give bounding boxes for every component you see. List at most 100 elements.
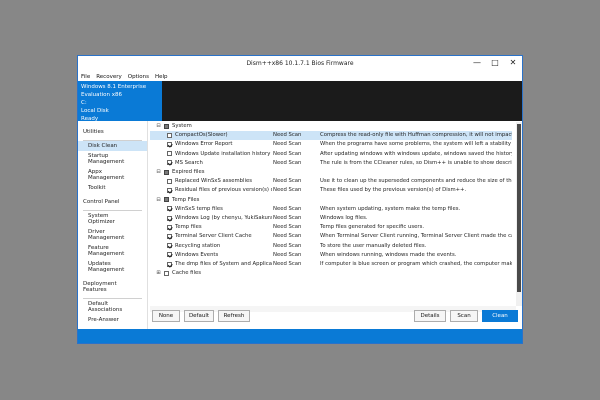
item-description: When system updating, system make the te… — [320, 205, 461, 212]
sidebar-item[interactable]: Pre-Answer — [78, 315, 147, 325]
sidebar: Utilities Disk Clean Startup Management App… — [78, 121, 148, 339]
item-name: CompactOs(Slower) — [175, 132, 228, 139]
category-row[interactable]: ⊟ Temp Files — [150, 196, 512, 205]
default-button[interactable]: Default — [184, 310, 214, 322]
table-row[interactable]: Recycling station Need Scan To store the u… — [150, 242, 512, 251]
item-name: Recycling station — [175, 242, 221, 249]
category-name: Temp Files — [172, 196, 200, 203]
item-name-cell: The dmp files of System and Applications… — [167, 261, 272, 267]
checked-checkbox[interactable] — [167, 261, 172, 267]
refresh-button[interactable]: Refresh — [218, 310, 250, 322]
table-row[interactable]: CompactOs(Slower) Need Scan Compress the r… — [150, 131, 512, 141]
sidebar-item[interactable]: System Optimizer — [78, 211, 147, 227]
table-row[interactable]: The dmp files of System and Applications… — [150, 260, 512, 269]
table-row[interactable]: Windows Update installation history Need … — [150, 150, 512, 159]
item-description: Windows log files. — [320, 215, 368, 221]
table-row[interactable]: Terminal Server Client Cache Need Scan Whe… — [150, 232, 512, 241]
category-checkbox[interactable] — [164, 197, 169, 203]
close-icon[interactable]: ✕ — [508, 58, 518, 68]
sidebar-group-title: Utilities — [83, 129, 104, 135]
table-row[interactable]: Replaced WinSxS assemblies Need Scan Use i… — [150, 177, 512, 186]
item-status: Need Scan — [273, 187, 302, 194]
app-window: Dism++x86 10.1.7.1 Bios Firmware — □ ✕ F… — [77, 55, 523, 344]
category-row[interactable]: ⊟ System — [150, 122, 512, 131]
category-checkbox[interactable] — [164, 123, 169, 129]
category-row[interactable]: ⊞ Cache files — [150, 269, 512, 278]
category-header: ⊟ Expired files — [156, 169, 204, 175]
sidebar-item[interactable]: Feature Management — [78, 243, 147, 259]
checked-checkbox[interactable] — [167, 233, 172, 239]
collapse-icon[interactable]: ⊟ — [156, 197, 161, 203]
checked-checkbox[interactable] — [167, 243, 172, 249]
item-name-cell: MS Search — [167, 160, 272, 166]
menu-options[interactable]: Options — [128, 74, 149, 80]
item-name-cell: Windows Log (by chenyu, YukiSakura) — [167, 215, 272, 221]
clean-button[interactable]: Clean — [482, 310, 518, 322]
checked-checkbox[interactable] — [167, 252, 172, 258]
menu-file[interactable]: File — [81, 74, 90, 80]
sidebar-item[interactable]: Default Associations — [78, 299, 147, 315]
item-status: Need Scan — [273, 159, 302, 166]
item-name: WinSxS temp files — [175, 205, 223, 212]
scrollbar-thumb[interactable] — [517, 124, 521, 292]
menu-recovery[interactable]: Recovery — [96, 74, 122, 80]
item-status: Need Scan — [273, 178, 302, 185]
menu-help[interactable]: Help — [155, 74, 168, 80]
checked-checkbox[interactable] — [167, 224, 172, 230]
item-name-cell: WinSxS temp files — [167, 206, 272, 212]
table-row[interactable]: Residual files of previous version(s) of… — [150, 186, 512, 195]
checked-checkbox[interactable] — [167, 160, 172, 166]
item-description: If computer is blue screen or program wh… — [320, 261, 512, 267]
drive-letter: C: — [81, 100, 87, 106]
os-name: Windows 8.1 Enterprise Evaluation x86 — [81, 84, 147, 98]
item-status: Need Scan — [273, 132, 302, 139]
table-row[interactable]: MS Search Need Scan The rule is from the C… — [150, 159, 512, 168]
category-checkbox[interactable] — [164, 270, 169, 276]
table-row[interactable]: Windows Events Need Scan When windows runn… — [150, 251, 512, 260]
item-description: To store the user manually deleted files… — [320, 242, 427, 249]
item-name: Terminal Server Client Cache — [175, 233, 252, 240]
checked-checkbox[interactable] — [167, 215, 172, 221]
item-status: Need Scan — [273, 242, 302, 249]
minimize-icon[interactable]: — — [472, 58, 482, 68]
checked-checkbox[interactable] — [167, 141, 172, 147]
table-row[interactable]: Windows Error Report Need Scan When the pr… — [150, 140, 512, 149]
item-name-cell: Temp files — [167, 224, 272, 230]
unchecked-checkbox[interactable] — [167, 151, 172, 157]
sidebar-item[interactable]: Appx Management — [78, 167, 147, 183]
collapse-icon[interactable]: ⊟ — [156, 169, 161, 175]
expand-icon[interactable]: ⊞ — [156, 270, 161, 276]
item-name-cell: Windows Update installation history — [167, 151, 272, 157]
item-name-cell: Replaced WinSxS assemblies — [167, 178, 272, 184]
table-row[interactable]: Temp files Need Scan Temp files generated … — [150, 223, 512, 232]
sidebar-item[interactable]: Startup Management — [78, 151, 147, 167]
none-button[interactable]: None — [152, 310, 180, 322]
table-row[interactable]: Windows Log (by chenyu, YukiSakura) Need … — [150, 214, 512, 223]
details-button[interactable]: Details — [414, 310, 446, 322]
sidebar-group-title: Deployment Features — [83, 281, 117, 293]
sidebar-item[interactable]: Disk Clean — [78, 141, 147, 151]
unchecked-checkbox[interactable] — [167, 132, 172, 138]
sidebar-item[interactable]: Updates Management — [78, 259, 147, 275]
category-row[interactable]: ⊟ Expired files — [150, 168, 512, 177]
image-session-tile[interactable]: Windows 8.1 Enterprise Evaluation x86 C:… — [78, 81, 162, 122]
sidebar-item[interactable]: Driver Management — [78, 227, 147, 243]
checked-checkbox[interactable] — [167, 187, 172, 193]
scan-button[interactable]: Scan — [450, 310, 478, 322]
item-name: The dmp files of System and Applications… — [175, 261, 272, 267]
image-info-bar: Windows 8.1 Enterprise Evaluation x86 C:… — [78, 81, 522, 122]
table-row[interactable]: WinSxS temp files Need Scan When system up… — [150, 205, 512, 214]
vertical-scrollbar[interactable] — [516, 122, 522, 306]
item-name: Temp files — [175, 224, 202, 231]
collapse-icon[interactable]: ⊟ — [156, 123, 161, 129]
category-checkbox[interactable] — [164, 169, 169, 175]
sidebar-item[interactable]: Toolkit — [78, 183, 147, 193]
checked-checkbox[interactable] — [167, 206, 172, 212]
item-name: Windows Log (by chenyu, YukiSakura) — [175, 215, 272, 221]
item-description: When the programs have some problems, th… — [320, 141, 512, 148]
unchecked-checkbox[interactable] — [167, 178, 172, 184]
item-description: Compress the read-only file with Huffman… — [320, 132, 512, 139]
item-description: After updating windows with windows upda… — [320, 150, 512, 157]
maximize-icon[interactable]: □ — [490, 58, 500, 68]
item-status: Need Scan — [273, 150, 302, 157]
